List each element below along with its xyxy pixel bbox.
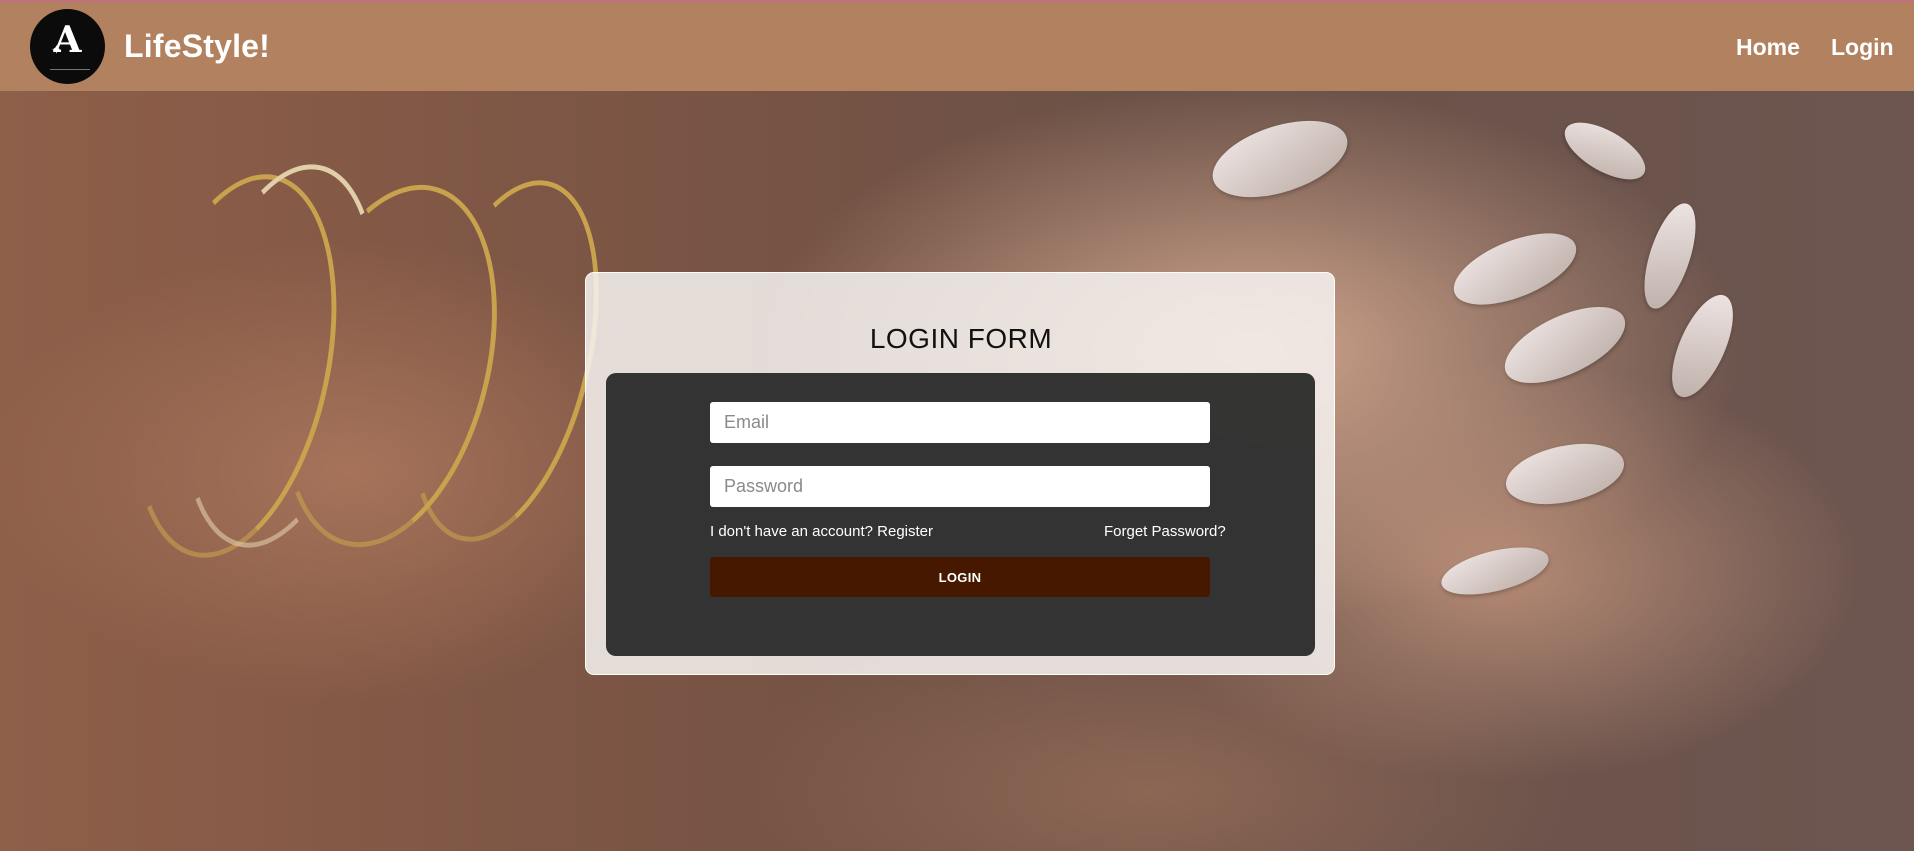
nail-decoration — [1436, 538, 1554, 604]
email-input[interactable] — [710, 402, 1210, 443]
login-form-panel: I don't have an account? Register Forget… — [606, 373, 1315, 656]
sparkle-icon: ✦ — [51, 42, 62, 57]
brand-logo[interactable]: A ✦ — [30, 9, 105, 84]
nail-decoration — [1203, 105, 1357, 213]
logo-signature — [50, 61, 90, 70]
logo-letter: A — [53, 19, 82, 61]
nav-home-link[interactable]: Home — [1736, 34, 1800, 61]
login-card: LOGIN FORM I don't have an account? Regi… — [585, 272, 1335, 675]
top-accent-line — [0, 0, 1914, 2]
nail-decoration — [1659, 286, 1746, 406]
login-form-title: LOGIN FORM — [869, 323, 1053, 354]
login-button[interactable]: LOGIN — [710, 557, 1210, 597]
nail-decoration — [1493, 291, 1637, 399]
brand-name[interactable]: LifeStyle! — [124, 28, 270, 65]
forgot-password-link[interactable]: Forget Password? — [1104, 523, 1226, 540]
nail-decoration — [1500, 434, 1630, 514]
register-link[interactable]: I don't have an account? Register — [710, 523, 933, 540]
nail-decoration — [1444, 218, 1586, 320]
nav-login-link[interactable]: Login — [1831, 34, 1894, 61]
nail-decoration — [1633, 197, 1707, 315]
nail-decoration — [1556, 111, 1654, 191]
navbar: A ✦ LifeStyle! Home Login — [0, 2, 1914, 91]
password-input[interactable] — [710, 466, 1210, 507]
